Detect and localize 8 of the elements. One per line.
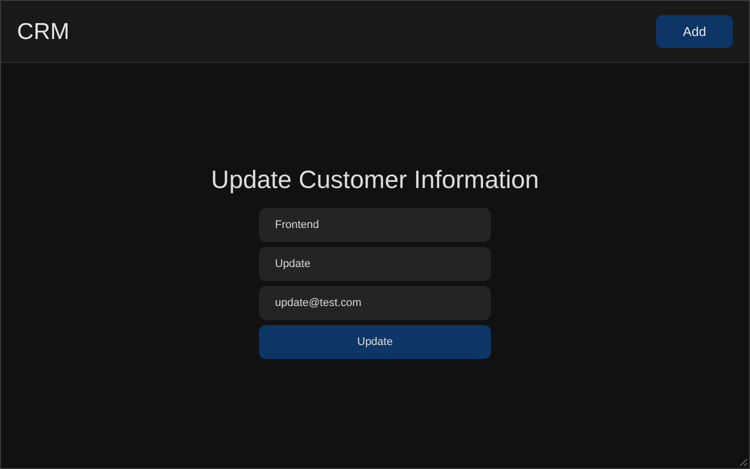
form-title: Update Customer Information: [211, 166, 539, 195]
add-button[interactable]: Add: [656, 15, 733, 48]
update-button[interactable]: Update: [259, 325, 491, 359]
input-field[interactable]: Update: [259, 247, 491, 281]
input-field[interactable]: Frontend: [259, 208, 491, 242]
app-title: CRM: [17, 18, 70, 45]
resize-grip-icon[interactable]: [739, 458, 748, 467]
input-field[interactable]: update@test.com: [259, 286, 491, 320]
